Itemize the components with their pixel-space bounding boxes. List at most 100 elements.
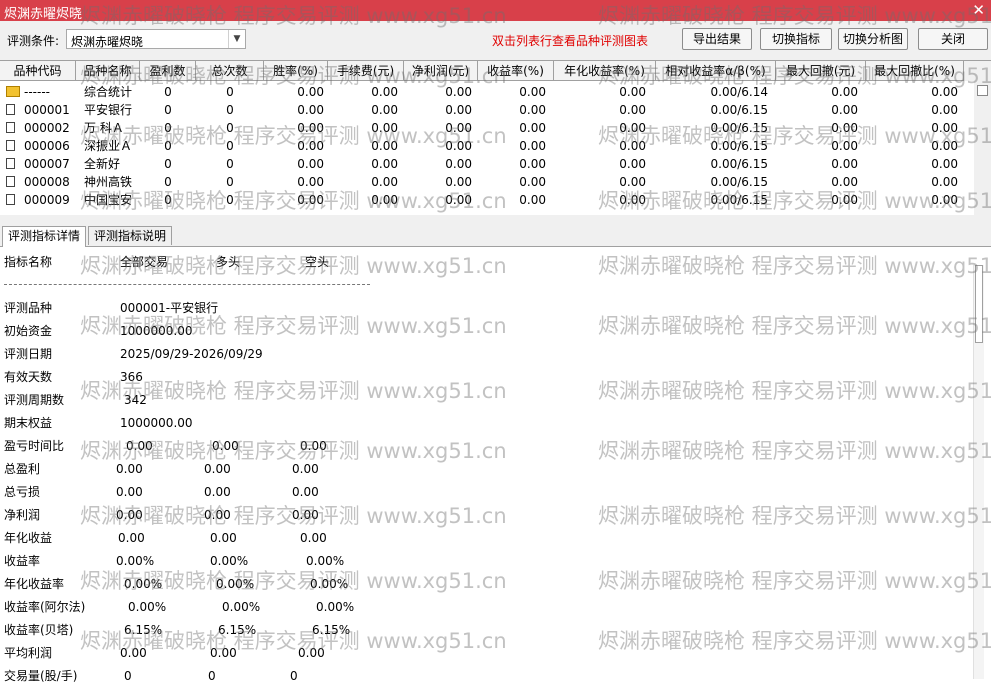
- scrollbar-thumb[interactable]: [975, 265, 983, 343]
- table-row[interactable]: 000001 平安银行 0 0 0.00 0.00 0.00 0.00 0.00 0.00/6.1…: [0, 101, 970, 119]
- tab-indicator-description[interactable]: 评测指标说明: [88, 226, 173, 245]
- checkbox-icon[interactable]: [977, 85, 988, 96]
- table-cell: 中国宝安: [84, 193, 133, 207]
- detail-row: 年化收益 0.00 0.00 0.00: [0, 529, 970, 547]
- table-cell: 0.00: [831, 121, 858, 135]
- detail-value: 6.15%: [218, 623, 257, 637]
- table-cell: 0.00: [371, 175, 398, 189]
- detail-label: 交易量(股/手): [4, 669, 78, 683]
- table-cell: 0.00: [445, 157, 472, 171]
- detail-row: 年化收益率 0.00% 0.00% 0.00%: [0, 575, 970, 593]
- table-cell: 深振业Ａ: [84, 139, 133, 153]
- table-cell: 0.00: [371, 121, 398, 135]
- table-cell: 0: [226, 157, 234, 171]
- stock-icon: [6, 122, 15, 133]
- detail-label: 总亏损: [4, 485, 41, 499]
- toolbar: 评测条件: 烬渊赤曜烬晓 ▼ 双击列表行查看品种评测图表 导出结果 切换指标 切…: [0, 25, 991, 55]
- table-cell: 0.00: [519, 175, 546, 189]
- detail-value: 0.00: [292, 508, 319, 522]
- title-bar: 烬渊赤曜烬晓 ✕: [0, 0, 991, 22]
- table-cell: ------: [24, 85, 50, 99]
- col-header-code[interactable]: 品种代码: [0, 61, 76, 81]
- table-cell: 0.00: [831, 175, 858, 189]
- table-row[interactable]: 000006 深振业Ａ 0 0 0.00 0.00 0.00 0.00 0.00 0.00/6.1…: [0, 137, 970, 155]
- table-row[interactable]: 000008 神州高铁 0 0 0.00 0.00 0.00 0.00 0.00 0.00/6.1…: [0, 173, 970, 191]
- table-cell: 0.00: [931, 193, 958, 207]
- col-header-fee[interactable]: 手续费(元): [328, 61, 404, 81]
- detail-value: 0.00: [212, 439, 239, 453]
- table-cell: 0.00: [519, 85, 546, 99]
- detail-header-all: 全部交易: [120, 255, 169, 269]
- detail-value: 0.00: [292, 462, 319, 476]
- switch-indicator-button[interactable]: 切换指标: [760, 28, 832, 50]
- detail-row: 总亏损 0.00 0.00 0.00: [0, 483, 970, 501]
- detail-value: 0: [208, 669, 216, 683]
- detail-value: 0.00%: [216, 577, 255, 591]
- table-cell: 0.00: [445, 121, 472, 135]
- table-cell: 0: [226, 193, 234, 207]
- table-cell: 0.00: [519, 139, 546, 153]
- detail-value: 0.00: [116, 485, 143, 499]
- detail-value: 6.15%: [124, 623, 163, 637]
- table-cell: 0.00/6.15: [710, 103, 768, 117]
- col-header-annual-return[interactable]: 年化收益率(%): [554, 61, 656, 81]
- detail-row: 交易量(股/手) 0 0 0: [0, 667, 970, 685]
- col-header-net-profit[interactable]: 净利润(元): [404, 61, 478, 81]
- switch-chart-button[interactable]: 切换分析图: [838, 28, 908, 50]
- separator-line: [4, 284, 370, 285]
- stock-icon: [6, 194, 15, 205]
- detail-header-name: 指标名称: [4, 255, 53, 269]
- table-cell: 0.00: [445, 85, 472, 99]
- detail-value: 0: [124, 669, 132, 683]
- table-cell: 0.00: [371, 193, 398, 207]
- detail-scrollbar[interactable]: [973, 265, 984, 679]
- table-cell: 0.00: [619, 121, 646, 135]
- detail-label: 总盈利: [4, 462, 41, 476]
- table-scrollbar[interactable]: [974, 81, 991, 215]
- table-row[interactable]: 000007 全新好 0 0 0.00 0.00 0.00 0.00 0.00 0.00/6.15…: [0, 155, 970, 173]
- col-header-relative-return[interactable]: 相对收益率α/β(%): [656, 61, 776, 81]
- table-cell: 0.00: [931, 157, 958, 171]
- detail-header-long: 多头: [216, 255, 241, 269]
- table-cell: 0.00: [297, 103, 324, 117]
- detail-value: 0.00: [210, 531, 237, 545]
- chevron-down-icon[interactable]: ▼: [228, 30, 245, 48]
- tab-indicator-details[interactable]: 评测指标详情: [2, 226, 87, 247]
- table-cell: 0.00: [297, 139, 324, 153]
- table-cell: 万 科Ａ: [84, 121, 124, 135]
- table-cell: 0.00/6.15: [710, 193, 768, 207]
- col-header-max-drawdown-ratio[interactable]: 最大回撤比(%): [866, 61, 964, 81]
- table-row[interactable]: 000002 万 科Ａ 0 0 0.00 0.00 0.00 0.00 0.00 0.00/6.1…: [0, 119, 970, 137]
- condition-select[interactable]: 烬渊赤曜烬晓 ▼: [66, 29, 246, 49]
- export-results-button[interactable]: 导出结果: [682, 28, 752, 50]
- table-cell: 0: [164, 103, 172, 117]
- col-header-max-drawdown[interactable]: 最大回撤(元): [776, 61, 866, 81]
- col-header-name[interactable]: 品种名称: [76, 61, 140, 81]
- detail-label: 评测品种: [4, 301, 53, 315]
- detail-value: 0.00: [116, 462, 143, 476]
- detail-value: 6.15%: [312, 623, 351, 637]
- detail-value: 0.00: [300, 531, 327, 545]
- detail-value: 0.00: [292, 485, 319, 499]
- col-header-wins[interactable]: 盈利数: [140, 61, 196, 81]
- detail-value: 0.00%: [306, 554, 345, 568]
- detail-label: 有效天数: [4, 370, 53, 384]
- table-row[interactable]: ------ 综合统计 0 0 0.00 0.00 0.00 0.00 0.00 0.00/6.1…: [0, 83, 970, 101]
- close-button[interactable]: 关闭: [918, 28, 988, 50]
- table-cell: 神州高铁: [84, 175, 133, 189]
- table-cell: 0.00: [619, 193, 646, 207]
- col-header-total[interactable]: 总次数: [196, 61, 264, 81]
- double-click-hint: 双击列表行查看品种评测图表: [492, 34, 649, 48]
- condition-label: 评测条件:: [7, 34, 60, 48]
- table-row[interactable]: 000009 中国宝安 0 0 0.00 0.00 0.00 0.00 0.00 0.00/6.1…: [0, 191, 970, 209]
- table-cell: 0.00: [445, 139, 472, 153]
- stock-icon: [6, 158, 15, 169]
- window-close-icon[interactable]: ✕: [972, 1, 985, 19]
- col-header-winrate[interactable]: 胜率(%): [264, 61, 328, 81]
- col-header-return[interactable]: 收益率(%): [478, 61, 554, 81]
- detail-value: 0.00: [204, 508, 231, 522]
- detail-row: 初始资金 1000000.00: [0, 322, 970, 340]
- detail-value: 0.00: [210, 646, 237, 660]
- detail-value: 0.00: [120, 646, 147, 660]
- table-cell: 0.00: [371, 85, 398, 99]
